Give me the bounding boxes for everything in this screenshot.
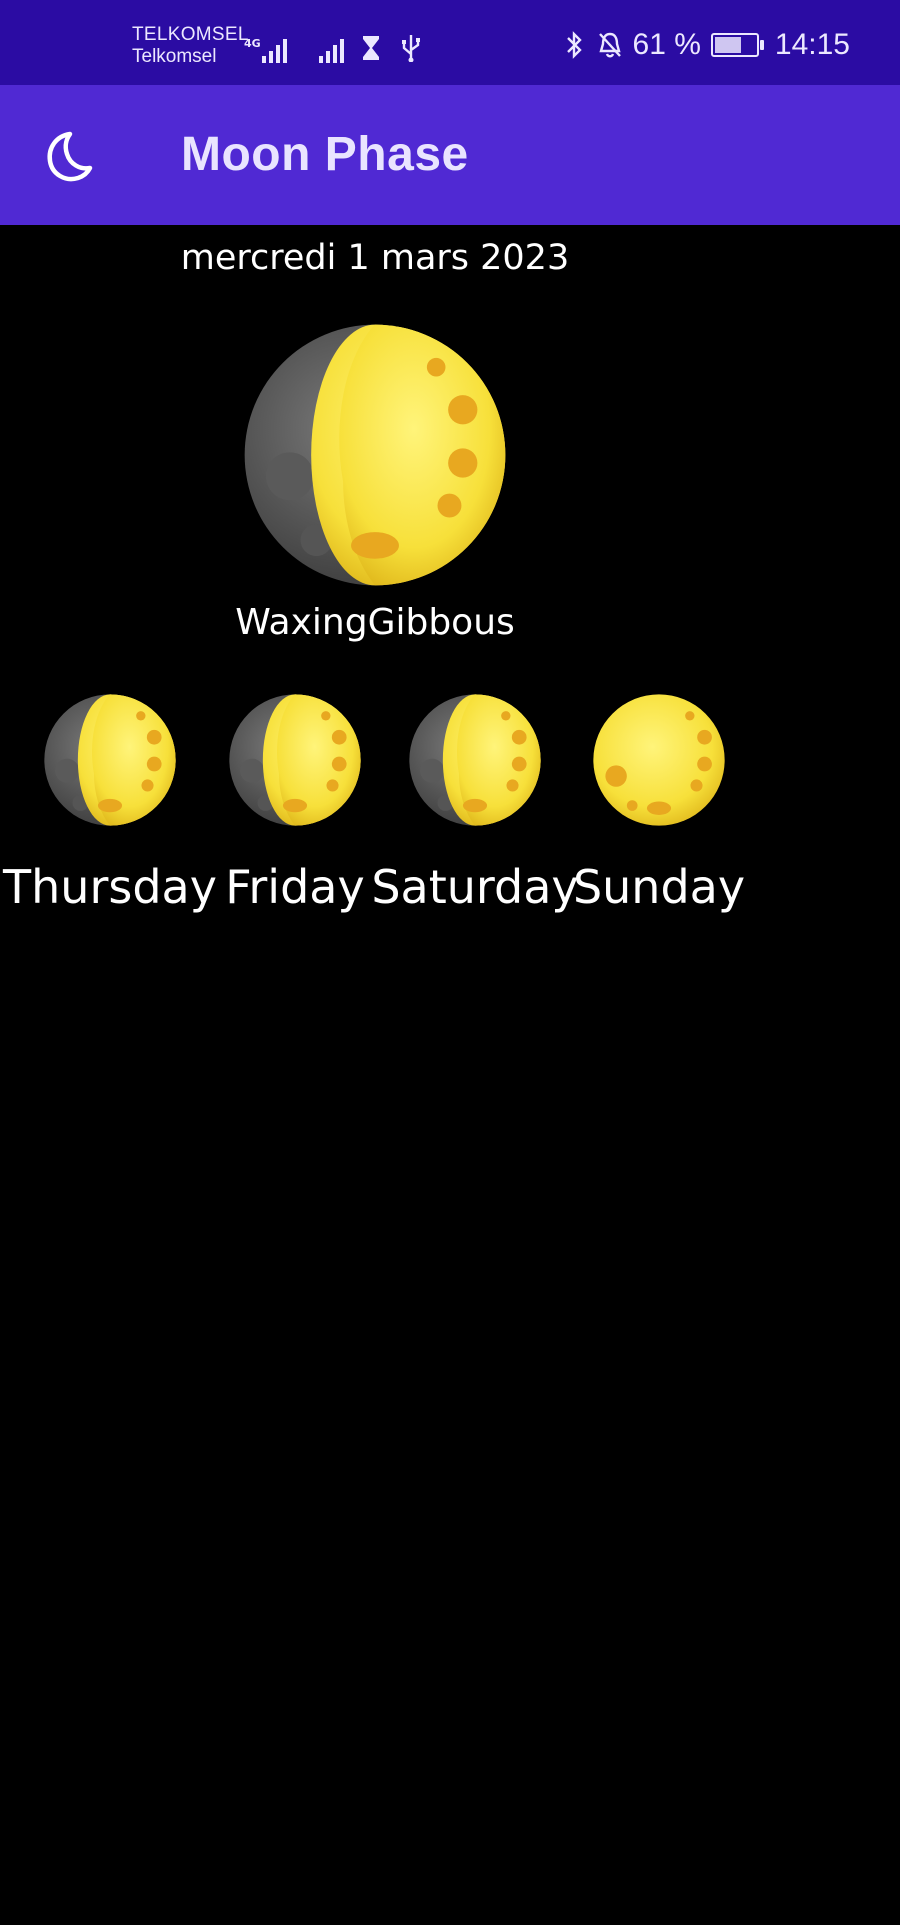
cellular-signal-icon: 4G — [244, 35, 287, 63]
carrier-info: TELKOMSEL Telkomsel — [132, 24, 249, 68]
waxing-gibbous-icon — [43, 693, 177, 827]
app-title: Moon Phase — [181, 128, 469, 181]
signal-icons: 4G — [244, 33, 424, 63]
app-bar: Moon Phase — [0, 85, 900, 225]
waxing-gibbous-icon — [228, 693, 362, 827]
carrier-primary: TELKOMSEL — [132, 24, 249, 45]
full-moon-icon — [592, 693, 726, 827]
network-type: 4G — [244, 37, 261, 50]
status-bar: TELKOMSEL Telkomsel 4G 61 % 14:15 — [0, 0, 900, 85]
waxing-gibbous-icon — [242, 322, 508, 588]
cellular-signal-2-icon — [319, 35, 344, 63]
battery-icon — [710, 33, 764, 57]
crescent-moon-icon[interactable] — [40, 128, 96, 184]
bluetooth-icon — [561, 30, 587, 60]
hourglass-icon — [358, 33, 384, 63]
phase-name: WaxingGibbous — [235, 602, 515, 643]
status-right: 61 % 14:15 — [561, 28, 850, 62]
waxing-gibbous-icon — [408, 693, 542, 827]
clock: 14:15 — [774, 28, 850, 61]
forecast-day-label: Sunday — [572, 860, 746, 914]
forecast-row: Thursday Friday Saturday Sunday — [0, 690, 900, 920]
carrier-secondary: Telkomsel — [132, 45, 217, 67]
notifications-off-icon — [597, 30, 623, 60]
usb-icon — [398, 33, 424, 63]
battery-percent: 61 % — [632, 28, 701, 61]
current-date: mercredi 1 mars 2023 — [180, 238, 570, 278]
